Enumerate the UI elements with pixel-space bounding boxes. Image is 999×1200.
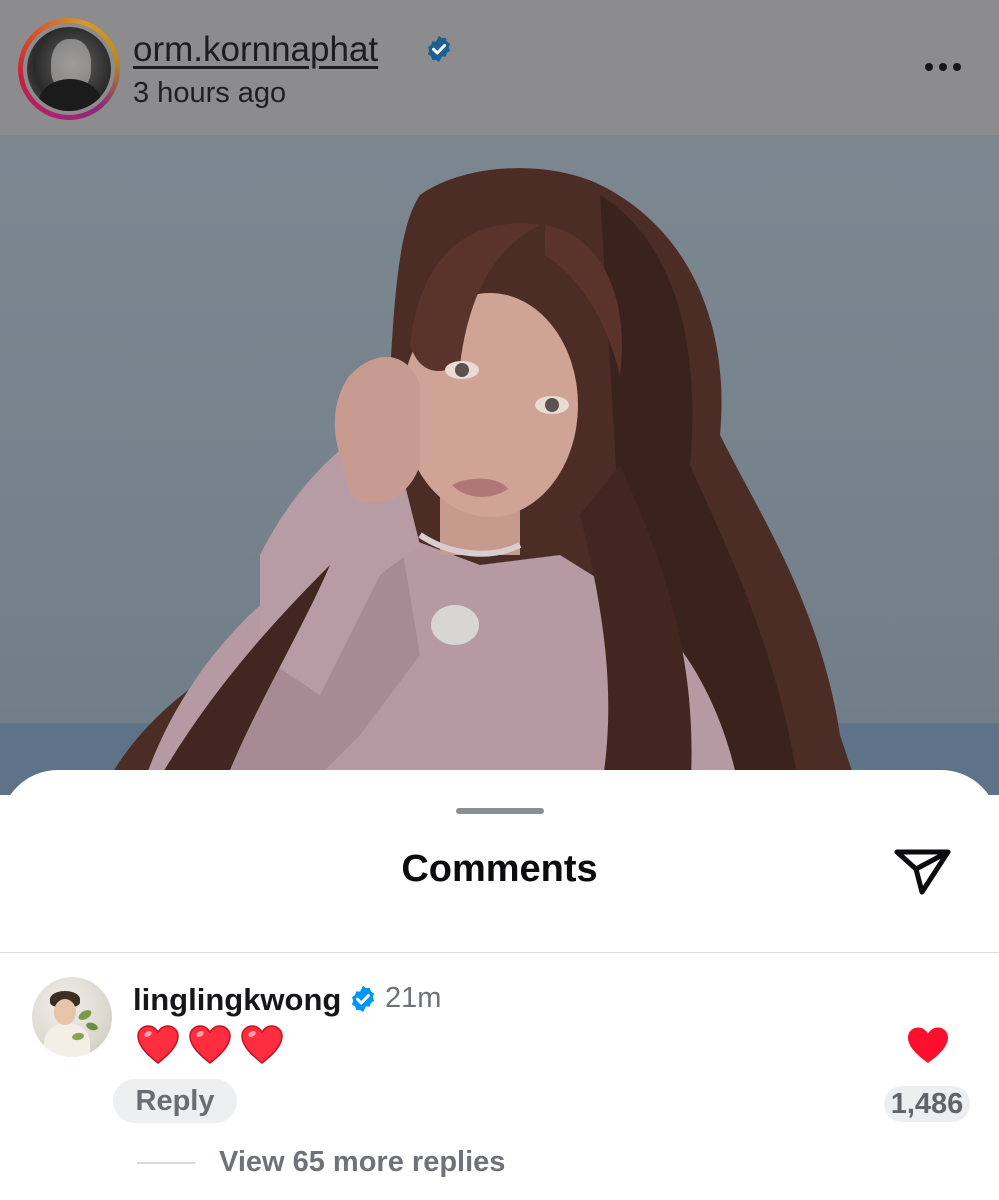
post-image[interactable] <box>0 135 999 795</box>
comment-text <box>136 1024 284 1074</box>
more-horizontal-icon <box>925 63 933 71</box>
red-heart-emoji-icon <box>137 1025 179 1064</box>
replies-connector-line <box>137 1162 195 1164</box>
post-header: orm.kornnaphat 3 hours ago <box>0 0 999 135</box>
red-heart-emoji-icon <box>189 1025 231 1064</box>
comments-sheet: Comments linglingkwong 21m Reply 1,486 V… <box>0 770 999 1200</box>
reply-button[interactable]: Reply <box>113 1079 237 1123</box>
verified-badge-icon <box>352 985 374 1013</box>
avatar <box>27 27 111 111</box>
comment-timestamp: 21m <box>385 982 442 1014</box>
sheet-drag-handle[interactable] <box>456 808 544 814</box>
share-button[interactable] <box>890 842 956 902</box>
sheet-title: Comments <box>401 848 598 890</box>
like-count: 1,486 <box>884 1086 970 1122</box>
red-heart-emoji-icon <box>241 1025 283 1064</box>
portrait-illustration <box>100 168 860 795</box>
comment-username[interactable]: linglingkwong <box>133 982 341 1018</box>
avatar[interactable] <box>32 977 112 1057</box>
divider <box>0 952 999 953</box>
like-button[interactable] <box>906 1026 950 1066</box>
more-options-button[interactable] <box>917 52 969 82</box>
heart-filled-icon <box>908 1027 948 1063</box>
send-icon <box>894 849 951 895</box>
story-avatar[interactable] <box>18 18 120 120</box>
post-username[interactable]: orm.kornnaphat <box>133 30 378 70</box>
post-timestamp: 3 hours ago <box>133 77 287 109</box>
verified-badge-icon <box>428 35 450 63</box>
view-more-replies-button[interactable]: View 65 more replies <box>219 1146 505 1179</box>
